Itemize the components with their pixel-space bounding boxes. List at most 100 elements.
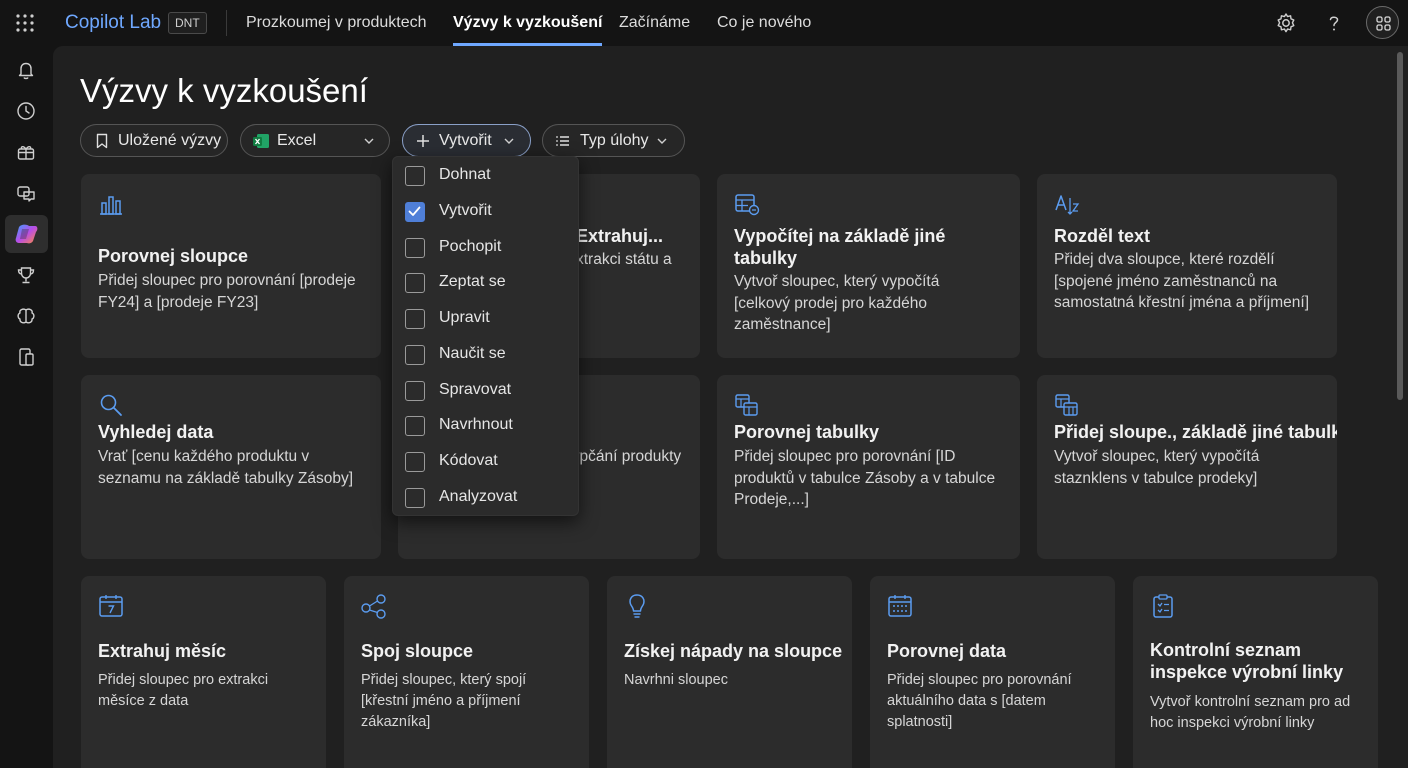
chevron-down-icon xyxy=(504,138,514,144)
excel-icon xyxy=(253,134,269,148)
card-title: Získej nápady na sloupce xyxy=(624,641,843,661)
dropdown-item-label: Naučit se xyxy=(439,345,506,362)
history-icon[interactable] xyxy=(12,97,40,125)
page-title: Výzvy k vyzkoušení xyxy=(80,72,368,109)
main-panel: Výzvy k vyzkoušení Uložené výzvy Excel V… xyxy=(53,46,1408,768)
dropdown-item-label: Pochopit xyxy=(439,238,502,255)
card-title: Spoj sloupce xyxy=(361,641,474,661)
bell-icon[interactable] xyxy=(12,56,40,84)
dropdown-item-dohnat[interactable]: Dohnat xyxy=(393,158,580,192)
card-title: Vypočítej na základě jiné tabulky xyxy=(734,226,946,268)
dropdown-item-upravit[interactable]: Upravit xyxy=(393,301,580,335)
card-description: Přidej sloupec, který spojí [křestní jmé… xyxy=(361,672,527,730)
dropdown-item-naucit-se[interactable]: Naučit se xyxy=(393,337,580,371)
prompt-card[interactable]: Získej nápady na sloupce Navrhni sloupec xyxy=(607,576,852,768)
create-dropdown-menu: Dohnat Vytvořit Pochopit Zeptat se Uprav… xyxy=(392,156,579,516)
checkbox[interactable] xyxy=(405,238,425,258)
prompt-card[interactable]: Porovnej sloupce Přidej sloupec pro poro… xyxy=(81,174,381,358)
brain-icon[interactable] xyxy=(12,302,40,330)
nav-explore[interactable]: Prozkoumej v produktech xyxy=(246,0,427,46)
checkbox[interactable] xyxy=(405,381,425,401)
nav-getting-started[interactable]: Začínáme xyxy=(619,0,690,46)
card-title: Porovnej sloupce xyxy=(98,246,249,266)
waffle-icon[interactable] xyxy=(14,12,36,34)
chevron-down-icon xyxy=(364,138,374,144)
card-description: Vrať [cenu každého produktu v seznamu na… xyxy=(98,448,354,487)
saved-prompts-button[interactable]: Uložené výzvy xyxy=(80,124,228,157)
add-column-icon xyxy=(1055,394,1078,416)
prompt-card[interactable]: Spoj sloupce Přidej sloupec, který spojí… xyxy=(344,576,589,768)
card-title: Porovnej tabulky xyxy=(734,422,880,442)
card-title: Vyhledej data xyxy=(98,422,214,442)
task-type-dropdown[interactable]: Typ úlohy xyxy=(542,124,685,157)
help-icon[interactable] xyxy=(1321,10,1347,36)
settings-icon[interactable] xyxy=(1273,10,1299,36)
scrollbar[interactable] xyxy=(1397,52,1403,400)
nav-prompts[interactable]: Výzvy k vyzkoušení xyxy=(453,0,603,46)
checkbox-checked[interactable] xyxy=(405,202,425,222)
checkbox[interactable] xyxy=(405,309,425,329)
device-icon[interactable] xyxy=(12,343,40,371)
search-icon xyxy=(100,394,122,416)
prompt-card[interactable]: Porovnej tabulky Přidej sloupec pro poro… xyxy=(717,375,1020,559)
checklist-icon xyxy=(1153,594,1173,618)
chat-icon[interactable] xyxy=(12,179,40,207)
prompt-card[interactable]: Porovnej data Přidej sloupec pro porovná… xyxy=(870,576,1115,768)
checkbox[interactable] xyxy=(405,166,425,186)
prompt-card[interactable]: Kontrolní seznam inspekce výrobní linky … xyxy=(1133,576,1378,768)
checkbox[interactable] xyxy=(405,416,425,436)
dropdown-item-label: Spravovat xyxy=(439,381,512,398)
compare-tables-icon xyxy=(735,394,758,416)
app-filter-label: Excel xyxy=(277,132,317,149)
card-description: Přidej dva sloupce, které rozdělí [spoje… xyxy=(1054,251,1310,311)
dropdown-item-kodovat[interactable]: Kódovat xyxy=(393,444,580,478)
card-title: Přidej sloupe., základě jiné tabulky xyxy=(1054,422,1337,442)
copilot-icon xyxy=(15,224,38,244)
prompt-card[interactable]: Vypočítej na základě jiné tabulky Vytvoř… xyxy=(717,174,1020,358)
dropdown-item-label: Vytvořit xyxy=(439,202,492,219)
card-description: Vytvoř kontrolní seznam pro ad hoc inspe… xyxy=(1150,694,1351,731)
card-description: Přidej sloupec pro porovnání [prodeje FY… xyxy=(98,272,356,311)
checkbox[interactable] xyxy=(405,345,425,365)
prompt-card[interactable]: Rozděl text Přidej dva sloupce, které ro… xyxy=(1037,174,1337,358)
app-name[interactable]: Copilot Lab xyxy=(65,12,161,34)
prompt-card[interactable]: Vyhledej data Vrať [cenu každého produkt… xyxy=(81,375,381,559)
card-title: Extrahuj... xyxy=(576,226,664,246)
dropdown-item-label: Navrhnout xyxy=(439,416,513,433)
nav-whats-new[interactable]: Co je nového xyxy=(717,0,811,46)
dropdown-item-analyzovat[interactable]: Analyzovat xyxy=(393,480,580,514)
dnt-badge: DNT xyxy=(168,12,207,34)
checkbox[interactable] xyxy=(405,452,425,472)
dropdown-item-pochopit[interactable]: Pochopit xyxy=(393,230,580,264)
list-icon xyxy=(556,136,569,146)
merge-icon xyxy=(361,594,386,619)
prompt-card[interactable]: Přidej sloupe., základě jiné tabulky Vyt… xyxy=(1037,375,1337,559)
dropdown-item-label: Upravit xyxy=(439,309,490,326)
dropdown-item-zeptat-se[interactable]: Zeptat se xyxy=(393,265,580,299)
dropdown-item-navrhnout[interactable]: Navrhnout xyxy=(393,408,580,442)
card-description: Vytvoř sloupec, který vypočítá staznklen… xyxy=(1054,448,1260,487)
text-split-icon xyxy=(1055,195,1080,215)
checkmark-icon xyxy=(408,206,421,216)
create-filter-label: Vytvořit xyxy=(439,132,492,149)
trophy-icon[interactable] xyxy=(12,261,40,289)
card-title: Extrahuj měsíc xyxy=(98,641,227,661)
checkbox[interactable] xyxy=(405,273,425,293)
avatar[interactable] xyxy=(1366,6,1399,39)
lightbulb-icon xyxy=(629,594,645,618)
dropdown-item-label: Analyzovat xyxy=(439,488,518,505)
gift-icon[interactable] xyxy=(12,138,40,166)
create-filter-dropdown[interactable]: Vytvořit xyxy=(402,124,531,157)
calendar-icon xyxy=(99,595,123,617)
divider xyxy=(226,10,227,36)
dropdown-item-spravovat[interactable]: Spravovat xyxy=(393,373,580,407)
card-title: Porovnej data xyxy=(887,641,1007,661)
dropdown-item-vytvorit[interactable]: Vytvořit xyxy=(393,194,580,228)
app-filter-dropdown[interactable]: Excel xyxy=(240,124,390,157)
card-description: Přidej sloupec pro porovnání [ID produkt… xyxy=(734,448,996,508)
task-type-label: Typ úlohy xyxy=(580,132,649,149)
checkbox[interactable] xyxy=(405,488,425,508)
copilot-nav-item[interactable] xyxy=(5,215,48,253)
prompt-card[interactable]: Extrahuj měsíc Přidej sloupec pro extrak… xyxy=(81,576,326,768)
card-description: Navrhni sloupec xyxy=(624,672,728,688)
